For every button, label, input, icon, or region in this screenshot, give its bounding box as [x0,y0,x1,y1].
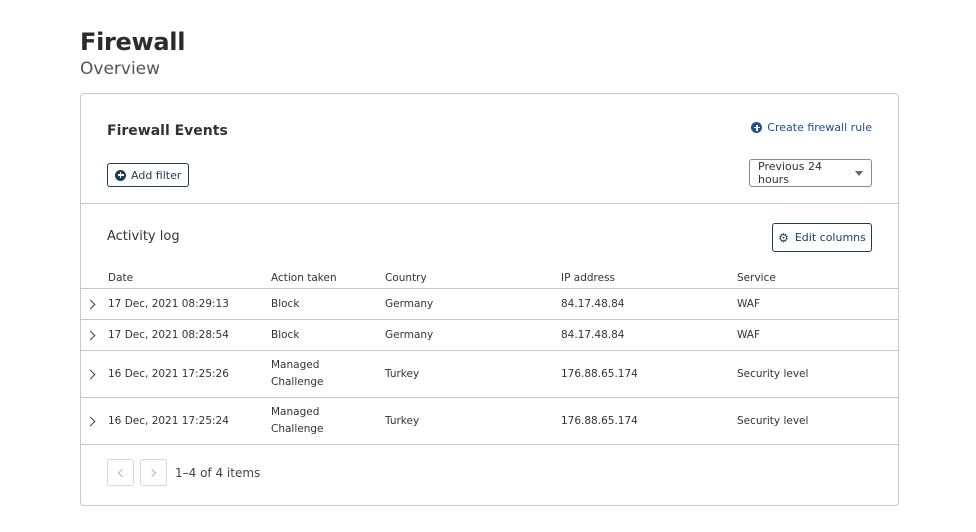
column-header-ip[interactable]: IP address [561,272,615,284]
edit-columns-button[interactable]: ⚙ Edit columns [772,223,872,252]
firewall-events-title: Firewall Events [107,123,228,139]
activity-log-title: Activity log [107,229,180,244]
chevron-right-icon[interactable] [85,299,96,309]
cell-service: Security level [737,415,809,427]
table-row[interactable]: 17 Dec, 2021 08:29:13 Block Germany 84.1… [81,289,898,320]
cell-action: Managed Challenge [271,359,324,388]
page-subtitle: Overview [80,59,161,79]
column-header-country[interactable]: Country [385,272,427,284]
cell-action: Block [271,297,300,310]
chevron-right-icon [147,468,157,477]
cell-ip: 84.17.48.84 [561,329,625,341]
plus-circle-icon [751,122,763,133]
activity-log-table: Date Action taken Country IP address Ser… [81,268,898,445]
section-divider [81,203,898,204]
chevron-right-icon[interactable] [85,330,96,340]
time-range-value: Previous 24 hours [758,160,822,186]
cell-ip: 84.17.48.84 [561,298,625,310]
gear-icon: ⚙ [778,230,789,245]
column-header-service[interactable]: Service [737,272,776,284]
cell-country: Germany [385,329,434,341]
table-row[interactable]: 17 Dec, 2021 08:28:54 Block Germany 84.1… [81,320,898,351]
caret-down-icon [855,170,863,176]
firewall-events-card: Firewall Events Create firewall rule Add… [80,93,899,506]
cell-date: 16 Dec, 2021 17:25:24 [108,415,229,427]
chevron-right-icon[interactable] [85,369,96,379]
pagination: 1–4 of 4 items [107,459,260,486]
cell-date: 17 Dec, 2021 08:29:13 [108,298,229,310]
cell-action: Managed Challenge [271,406,324,435]
cell-ip: 176.88.65.174 [561,368,638,380]
table-header-row: Date Action taken Country IP address Ser… [81,268,898,289]
column-header-action[interactable]: Action taken [271,270,337,287]
page-title: Firewall [80,28,186,56]
chevron-right-icon[interactable] [85,416,96,426]
edit-columns-label: Edit columns [794,231,866,244]
time-range-select[interactable]: Previous 24 hours [749,159,872,187]
add-filter-button[interactable]: Add filter [107,163,190,187]
previous-page-button[interactable] [107,459,134,486]
plus-circle-icon [115,169,126,181]
cell-service: Security level [737,368,809,380]
table-row[interactable]: 16 Dec, 2021 17:25:26 Managed Challenge … [81,351,898,398]
create-firewall-rule-label: Create firewall rule [767,121,872,134]
cell-service: WAF [737,329,761,341]
create-firewall-rule-link[interactable]: Create firewall rule [751,121,872,134]
add-filter-label: Add filter [131,168,182,182]
cell-action: Block [271,328,300,341]
cell-date: 17 Dec, 2021 08:28:54 [108,329,229,341]
pagination-summary: 1–4 of 4 items [175,465,261,480]
cell-country: Germany [385,298,434,310]
chevron-left-icon [117,468,127,477]
column-header-date[interactable]: Date [108,272,133,284]
cell-country: Turkey [385,415,420,427]
cell-service: WAF [737,298,761,310]
cell-date: 16 Dec, 2021 17:25:26 [108,368,229,380]
cell-ip: 176.88.65.174 [561,415,638,427]
next-page-button[interactable] [140,459,167,486]
table-row[interactable]: 16 Dec, 2021 17:25:24 Managed Challenge … [81,398,898,445]
cell-country: Turkey [385,368,420,380]
